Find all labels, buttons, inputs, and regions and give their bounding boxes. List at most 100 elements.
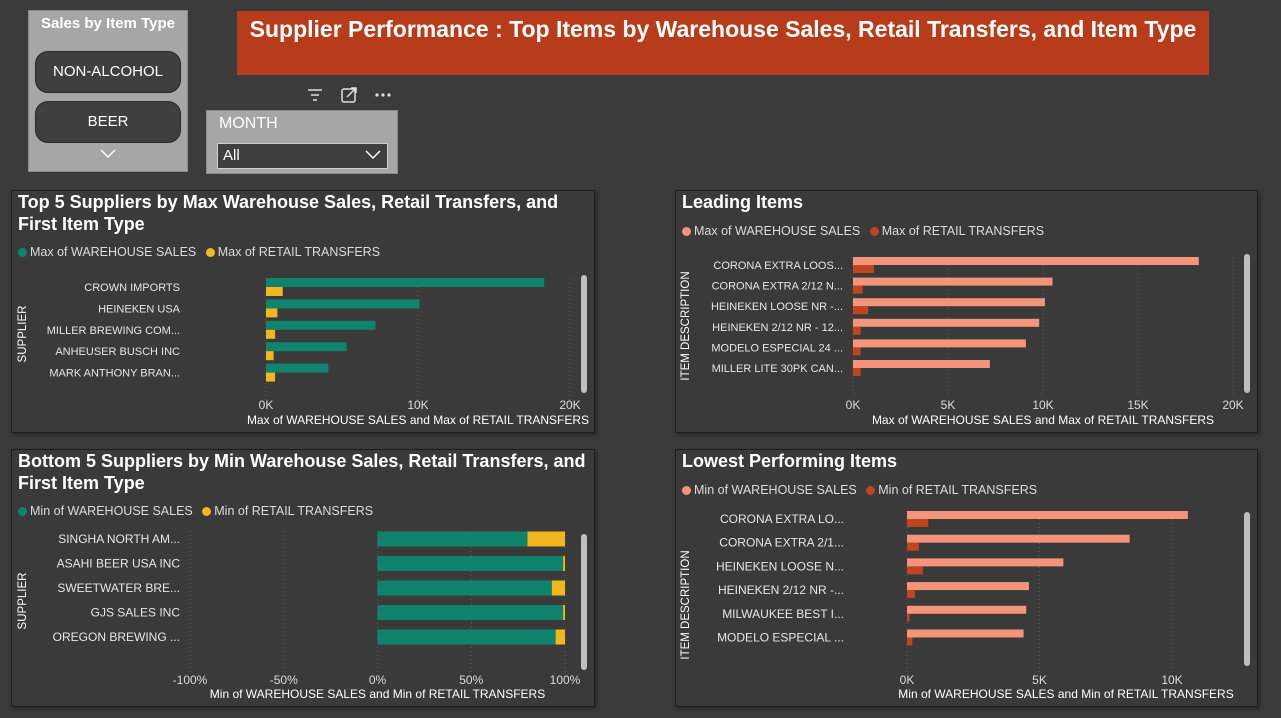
bar [377, 629, 556, 645]
x-tick-label: 10K [407, 398, 428, 412]
item-type-slicer-title: Sales by Item Type [41, 15, 175, 32]
bar [527, 531, 565, 547]
x-tick-label: 5K [1032, 673, 1047, 687]
month-dropdown-value: All [223, 147, 240, 164]
bar [907, 534, 1130, 543]
bar [853, 298, 1045, 307]
category-label: GJS SALES INC [91, 606, 181, 620]
bar [266, 299, 420, 309]
category-label: MILWAUKEE BEST I... [722, 607, 844, 621]
category-label: HEINEKEN USA [98, 303, 181, 315]
chevron-down-icon [365, 150, 381, 160]
month-slicer-label: MONTH [219, 115, 278, 132]
category-label: HEINEKEN LOOSE N... [716, 559, 844, 573]
bar [853, 257, 1199, 265]
category-label: CORONA EXTRA 2/12 N... [712, 281, 843, 293]
x-axis-title: Min of WAREHOUSE SALES and Min of RETAIL… [898, 687, 1233, 701]
bar [907, 566, 923, 575]
bar [266, 278, 545, 287]
month-dropdown[interactable]: All [217, 143, 388, 169]
scrollbar[interactable] [1244, 254, 1250, 393]
bar [907, 613, 910, 622]
scrollbar[interactable] [581, 534, 587, 670]
bar [563, 605, 565, 620]
y-axis-title: ITEM DESCRIPTION [680, 550, 692, 659]
x-tick-label: -100% [173, 673, 208, 687]
bar [266, 287, 283, 296]
x-tick-label: 10K [1161, 673, 1182, 687]
lowest-items-plot: 0K 5K 10KMin of WAREHOUSE SALES and Min of… [680, 511, 1234, 701]
bar [853, 360, 990, 368]
category-label: MILLER LITE 30PK CAN... [712, 363, 843, 375]
bar [853, 285, 863, 294]
slicer-option-beer[interactable]: BEER [35, 101, 181, 143]
top5-plot: 0K 10K 20KMax of WAREHOUSE SALES and Max o… [17, 278, 589, 427]
bar [853, 368, 861, 376]
category-label: HEINEKEN 2/12 NR -... [718, 583, 844, 597]
x-tick-label: 20K [559, 398, 580, 412]
bar [853, 318, 1040, 327]
category-label: CORONA EXTRA LO... [720, 512, 844, 526]
bar [266, 342, 347, 352]
x-tick-label: 10K [1032, 398, 1053, 412]
slicer-option-non-alcohol[interactable]: NON-ALCOHOL [35, 51, 181, 93]
bar [907, 558, 1064, 567]
bottom5-suppliers-chart: Bottom 5 Suppliers by Min Warehouse Sale… [11, 449, 595, 707]
more-options-icon[interactable] [374, 86, 392, 104]
top5-suppliers-chart: Top 5 Suppliers by Max Warehouse Sales, … [11, 190, 595, 433]
bar [266, 363, 329, 373]
chevron-down-icon[interactable] [100, 149, 116, 159]
bar [907, 542, 919, 551]
category-label: HEINEKEN LOOSE NR -... [711, 301, 843, 313]
category-label: SINGHA NORTH AM... [58, 532, 180, 546]
category-label: CROWN IMPORTS [84, 282, 180, 294]
x-tick-label: 0K [846, 398, 861, 412]
y-axis-title: ITEM DESCRIPTION [680, 271, 692, 380]
bar [907, 582, 1029, 591]
category-label: OREGON BREWING ... [53, 630, 180, 644]
bar [377, 531, 528, 547]
category-label: MILLER BREWING COM... [47, 325, 180, 337]
lowest-items-chart: Lowest Performing Items Min of WAREHOUSE… [675, 449, 1258, 707]
bar [555, 629, 565, 645]
category-label: MODELO ESPECIAL ... [717, 631, 844, 645]
x-tick-label: 0% [369, 673, 387, 687]
bar [907, 511, 1188, 519]
month-slicer: MONTH All [206, 110, 398, 174]
bar [853, 277, 1053, 286]
page-title: Supplier Performance : Top Items by Ware… [237, 11, 1209, 75]
bar [853, 306, 869, 315]
bar [266, 308, 278, 318]
bar [266, 320, 376, 330]
category-label: ASAHI BEER USA INC [57, 557, 181, 571]
filter-icon[interactable] [306, 86, 324, 104]
category-label: CORONA EXTRA LOOS... [713, 260, 843, 272]
x-tick-label: 15K [1127, 398, 1148, 412]
bottom5-plot: -100% -50% 0% 50% 100% Min of WAREHOUSE SALES… [17, 531, 581, 701]
category-label: SWEETWATER BRE... [57, 581, 180, 595]
x-axis-title: Max of WAREHOUSE SALES and Max of RETAIL… [247, 413, 589, 427]
bar [266, 351, 274, 361]
bar [853, 265, 874, 273]
x-tick-label: 100% [550, 673, 581, 687]
category-label: ANHEUSER BUSCH INC [55, 346, 180, 358]
focus-mode-icon[interactable] [340, 86, 358, 104]
leading-items-chart: Leading Items Max of WAREHOUSE SALES Max… [675, 190, 1258, 433]
y-axis-title: SUPPLIER [17, 573, 29, 630]
bar [907, 590, 915, 599]
scrollbar[interactable] [581, 275, 587, 393]
item-type-slicer: Sales by Item Type NON-ALCOHOL BEER [28, 10, 188, 172]
y-axis-title: SUPPLIER [17, 306, 29, 363]
scrollbar[interactable] [1244, 512, 1250, 666]
bar [907, 637, 913, 646]
x-tick-label: 5K [941, 398, 956, 412]
bar [853, 347, 861, 356]
bar [563, 556, 565, 571]
category-label: MARK ANTHONY BRAN... [49, 368, 180, 380]
category-label: HEINEKEN 2/12 NR - 12... [712, 322, 843, 334]
x-tick-label: 0K [259, 398, 274, 412]
bar [377, 605, 564, 620]
x-tick-label: 50% [459, 673, 483, 687]
x-tick-label: 20K [1222, 398, 1243, 412]
bar [266, 329, 276, 339]
